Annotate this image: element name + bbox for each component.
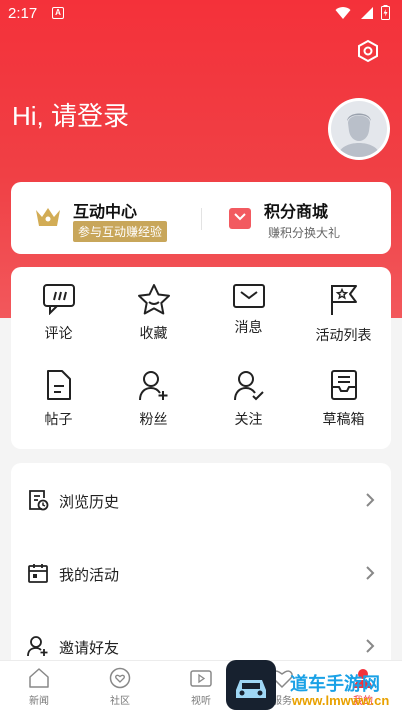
post-icon	[46, 370, 71, 400]
favorites-label: 收藏	[139, 326, 168, 342]
feature-card: 互动中心 参与互动赚经验 积分商城 赚积分换大礼	[11, 182, 391, 254]
wifi-icon	[335, 6, 351, 19]
comments-entry[interactable]: 评论	[11, 283, 106, 343]
home-icon	[29, 668, 49, 688]
login-prompt[interactable]: Hi, 请登录	[12, 96, 129, 133]
points-title: 积分商城	[264, 202, 329, 221]
followers-entry[interactable]: 粉丝	[106, 369, 201, 429]
battery-icon	[381, 5, 390, 20]
tab-community-label: 社区	[110, 696, 130, 707]
crown-icon	[36, 208, 60, 226]
menu-item-my-activities[interactable]: 我的活动	[11, 554, 391, 594]
tab-community[interactable]: 社区	[90, 667, 150, 707]
menu-item-history-label: 浏览历史	[59, 493, 120, 511]
star-icon	[137, 284, 170, 315]
followers-label: 粉丝	[139, 412, 168, 428]
menu-item-invite-friends-label: 邀请好友	[59, 639, 120, 657]
comments-label: 评论	[44, 326, 73, 342]
follower-icon	[138, 371, 167, 401]
drafts-label: 草稿箱	[322, 412, 365, 428]
tab-news[interactable]: 新闻	[9, 667, 69, 707]
settings-icon[interactable]	[356, 39, 380, 63]
tab-video[interactable]: 视听	[171, 667, 231, 707]
mail-icon	[232, 284, 265, 308]
watermark-logo	[226, 660, 276, 710]
car-icon	[236, 680, 266, 698]
interaction-title: 互动中心	[73, 202, 138, 221]
favorites-entry[interactable]: 收藏	[106, 283, 201, 343]
shopping-bag-icon	[229, 208, 251, 229]
invite-icon	[27, 636, 48, 657]
avatar[interactable]	[328, 98, 390, 160]
activity-list-label: 活动列表	[315, 328, 372, 344]
status-bar: 2:17 A	[0, 0, 402, 28]
draft-box-icon	[330, 370, 357, 400]
community-icon	[109, 667, 131, 689]
menu-item-history[interactable]: 浏览历史	[11, 481, 391, 521]
calendar-icon	[28, 564, 48, 583]
messages-entry[interactable]: 消息	[201, 283, 296, 337]
flag-icon	[330, 285, 357, 315]
points-mall[interactable]: 积分商城 赚积分换大礼	[202, 182, 391, 254]
drafts-entry[interactable]: 草稿箱	[296, 369, 391, 429]
tab-video-label: 视听	[191, 696, 211, 707]
tab-news-label: 新闻	[29, 696, 49, 707]
posts-entry[interactable]: 帖子	[11, 369, 106, 429]
posts-label: 帖子	[44, 412, 73, 428]
default-avatar-icon	[337, 113, 381, 157]
comment-icon	[42, 284, 75, 315]
interaction-subtitle: 参与互动赚经验	[73, 221, 168, 242]
chevron-right-icon	[366, 493, 375, 507]
activity-list-entry[interactable]: 活动列表	[296, 283, 391, 345]
menu-item-my-activities-label: 我的活动	[59, 566, 120, 584]
messages-label: 消息	[234, 320, 263, 336]
history-icon	[29, 490, 49, 511]
menu-list: 浏览历史 我的活动 邀请好友	[11, 463, 391, 693]
signal-icon	[361, 6, 373, 19]
chevron-right-icon	[366, 566, 375, 580]
points-subtitle: 赚积分换大礼	[268, 226, 341, 240]
chevron-right-icon	[366, 639, 375, 653]
shortcut-grid: 评论 收藏 消息 活动列表 帖子 粉丝 关注 草稿箱	[11, 267, 391, 449]
notification-icon: A	[52, 7, 64, 19]
video-icon	[190, 670, 212, 687]
watermark-url: www.lmwww.cn	[292, 693, 390, 708]
following-entry[interactable]: 关注	[201, 369, 296, 429]
follow-icon	[233, 371, 264, 401]
status-time: 2:17	[8, 5, 38, 22]
following-label: 关注	[234, 412, 263, 428]
interaction-center[interactable]: 互动中心 参与互动赚经验	[11, 182, 201, 254]
